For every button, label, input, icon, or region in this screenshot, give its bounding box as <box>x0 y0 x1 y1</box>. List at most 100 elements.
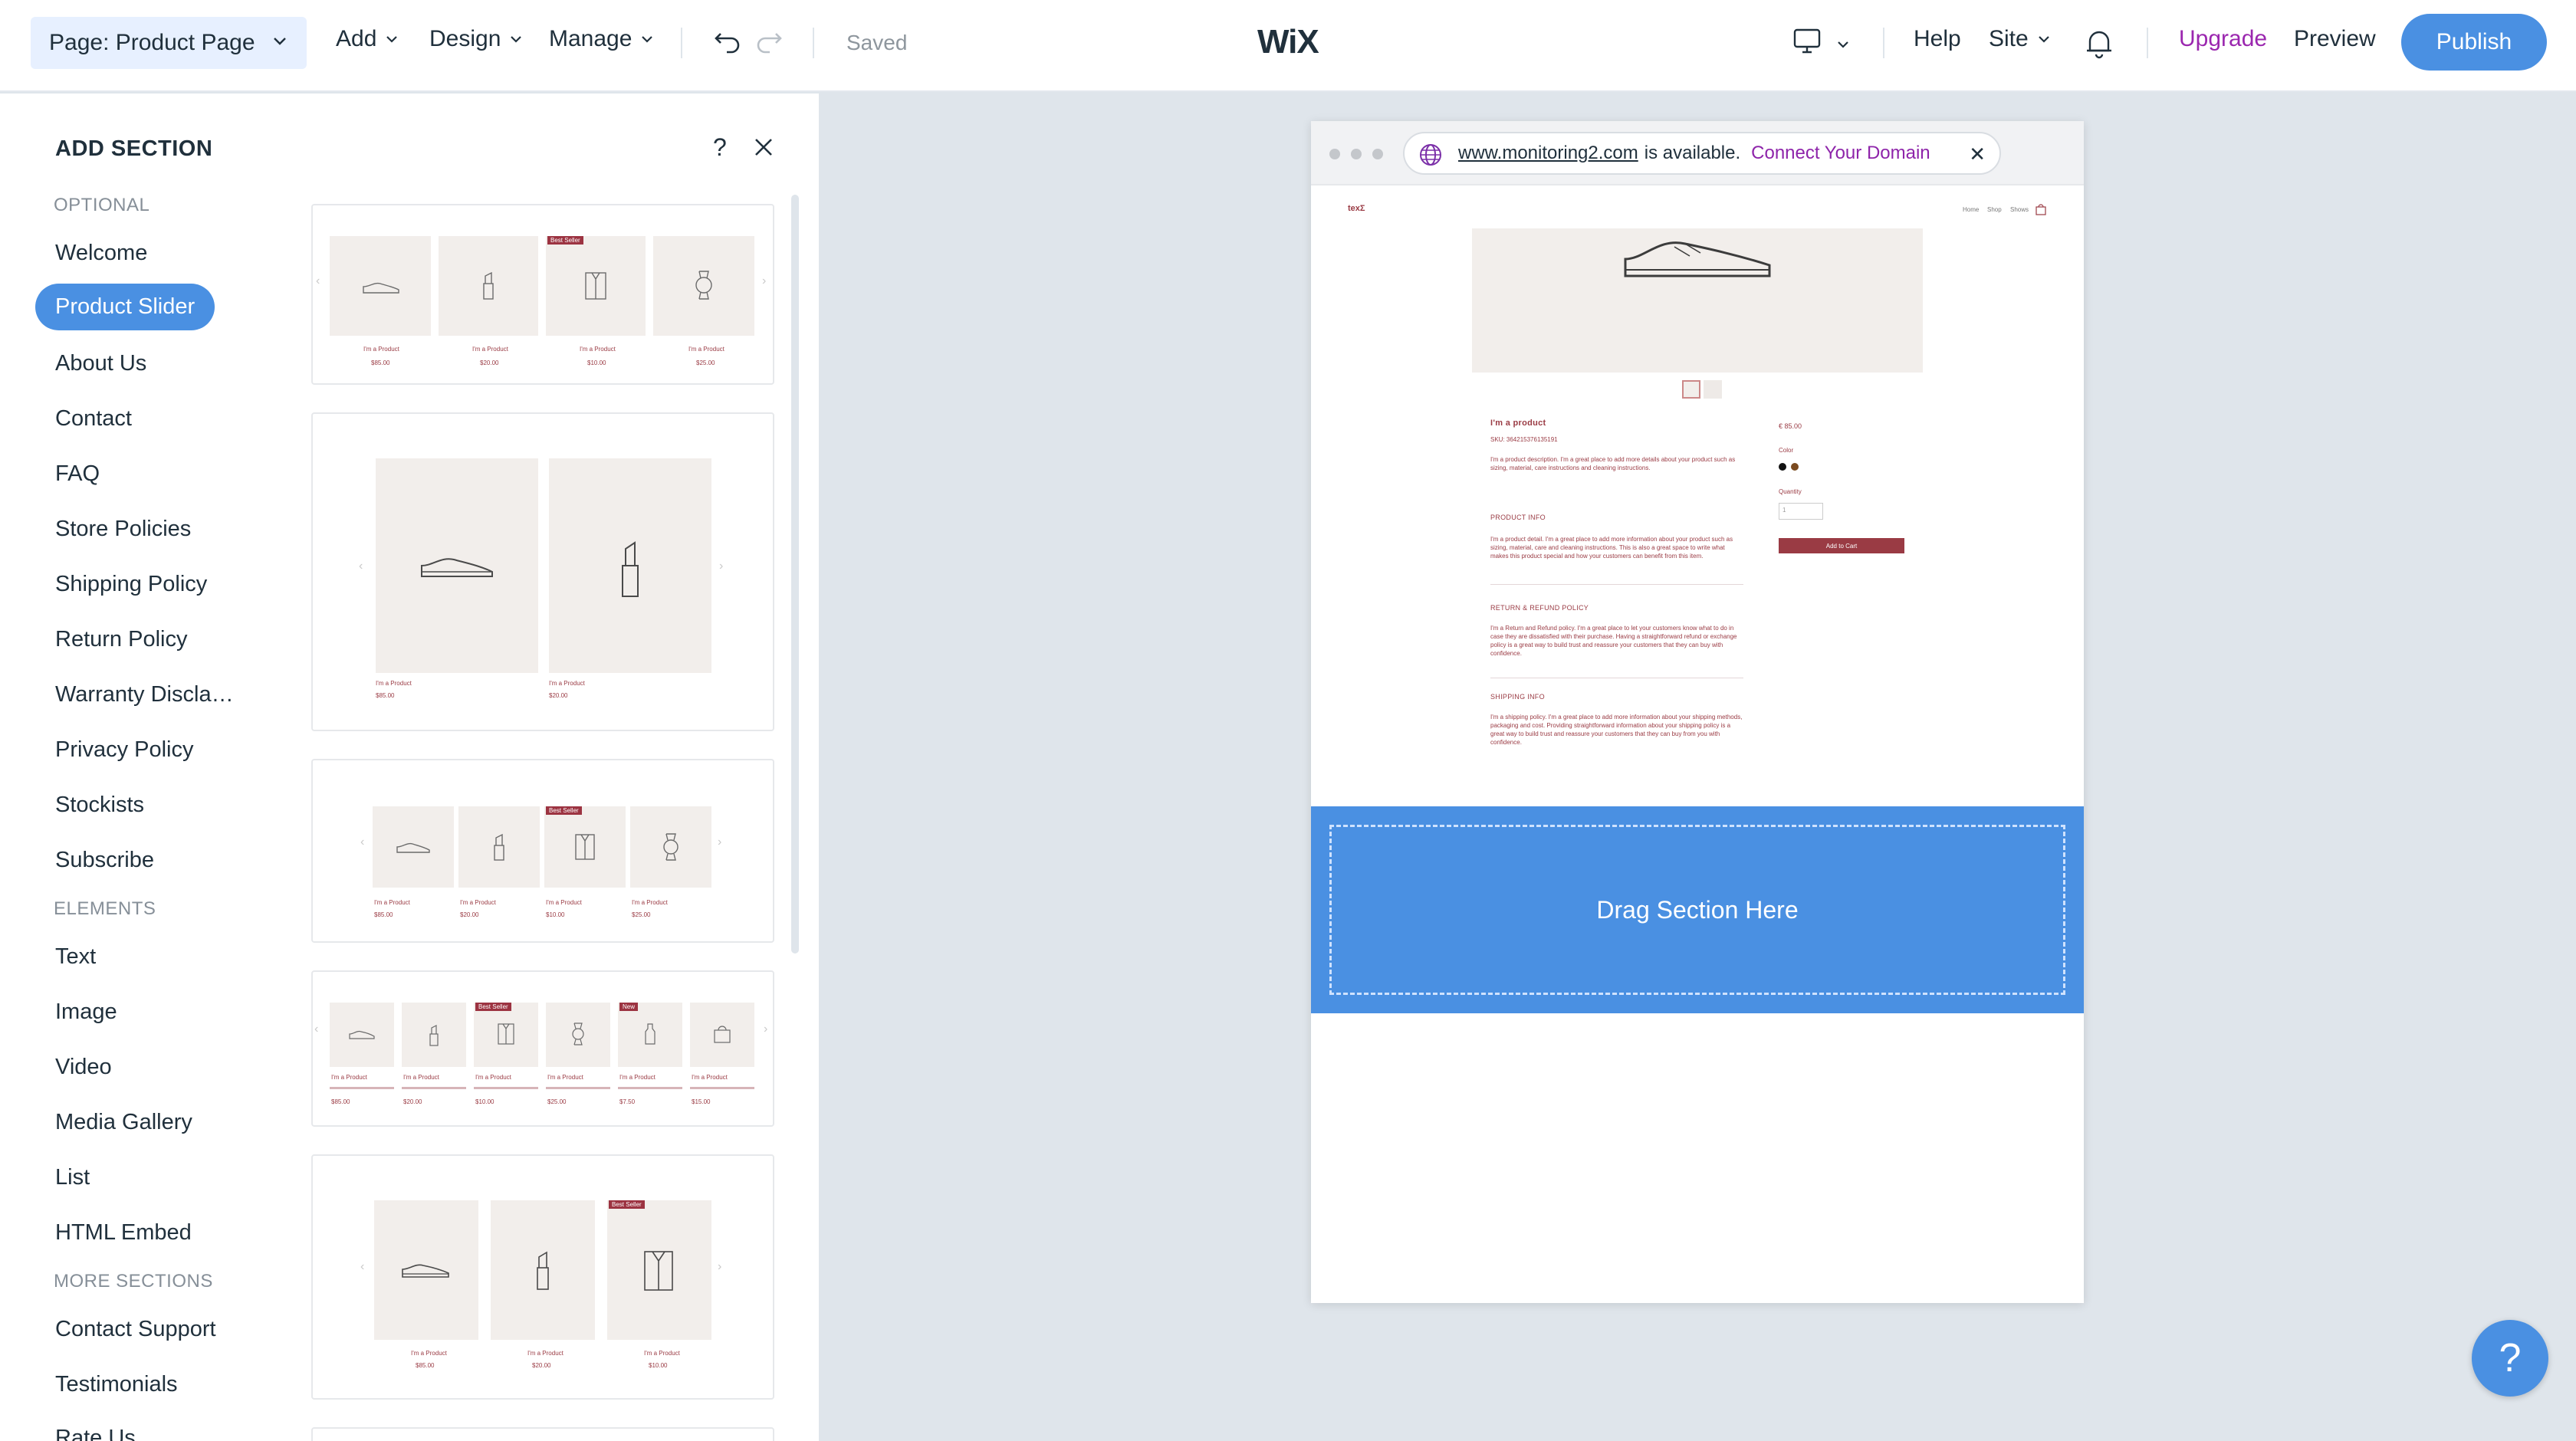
product-tile: Best Seller <box>474 1003 538 1067</box>
product-thumb[interactable] <box>1704 380 1722 399</box>
divider <box>681 28 682 58</box>
section-item-shipping-policy[interactable]: Shipping Policy <box>55 572 207 597</box>
product-label: I'm a Product <box>546 899 582 906</box>
section-item-welcome[interactable]: Welcome <box>55 241 147 266</box>
shoe-icon <box>1624 241 1771 277</box>
chevron-left-icon: ‹ <box>360 835 365 849</box>
undo-icon[interactable] <box>713 28 744 59</box>
element-item-text[interactable]: Text <box>55 944 96 970</box>
connect-domain-link[interactable]: Connect Your Domain <box>1751 143 1930 164</box>
product-price: $85.00 <box>376 692 395 699</box>
product-label: I'm a Product <box>475 1074 511 1081</box>
element-item-media-gallery[interactable]: Media Gallery <box>55 1110 192 1135</box>
shoe-icon <box>363 282 399 294</box>
product-tile <box>690 1003 754 1067</box>
section-heading: RETURN & REFUND POLICY <box>1490 604 1589 612</box>
menu-manage[interactable]: Manage <box>549 26 655 52</box>
window-dot <box>1329 149 1340 159</box>
section-item-product-slider[interactable]: Product Slider <box>35 284 215 330</box>
product-label: I'm a Product <box>688 346 724 353</box>
menu-add[interactable]: Add <box>336 26 399 52</box>
color-swatch-black[interactable] <box>1779 463 1786 471</box>
drop-section-zone[interactable]: Drag Section Here <box>1311 806 2084 1013</box>
more-item-testimonials[interactable]: Testimonials <box>55 1372 178 1397</box>
redo-icon[interactable] <box>753 28 784 59</box>
help-menu[interactable]: Help <box>1914 26 1961 52</box>
desktop-icon[interactable] <box>1792 28 1823 61</box>
section-thumbnail[interactable] <box>311 1427 774 1441</box>
section-text: I'm a Return and Refund policy. I'm a gr… <box>1490 625 1737 657</box>
product-title: I'm a product <box>1490 419 1546 428</box>
section-thumbnail[interactable]: ‹ › I'm a Product I'm a Product $85.00 $… <box>311 412 774 731</box>
help-icon[interactable]: ? <box>713 133 727 162</box>
add-to-cart-button[interactable]: Add to Cart <box>1779 538 1904 553</box>
section-item-subscribe[interactable]: Subscribe <box>55 848 154 873</box>
element-item-image[interactable]: Image <box>55 1000 117 1025</box>
product-label: I'm a Product <box>547 1074 583 1081</box>
element-item-html-embed[interactable]: HTML Embed <box>55 1220 192 1246</box>
best-seller-badge: Best Seller <box>475 1003 511 1011</box>
product-price: $20.00 <box>549 692 568 699</box>
shirt-icon <box>575 834 595 860</box>
section-item-faq[interactable]: FAQ <box>55 461 100 487</box>
section-thumbnail[interactable]: ‹ › Best Seller New I'm a Product I'm a … <box>311 970 774 1127</box>
more-item-rate-us[interactable]: Rate Us <box>55 1426 136 1441</box>
page-selector[interactable]: Page: Product Page <box>31 17 307 69</box>
preview-button[interactable]: Preview <box>2294 26 2376 52</box>
close-icon[interactable]: ✕ <box>1969 143 1986 166</box>
product-tile <box>374 1200 478 1340</box>
element-item-list[interactable]: List <box>55 1165 90 1190</box>
watch-icon <box>695 271 712 300</box>
section-text: I'm a product detail. I'm a great place … <box>1490 536 1733 560</box>
menu-design-label: Design <box>429 26 501 51</box>
section-item-stockists[interactable]: Stockists <box>55 793 144 818</box>
shoe-icon <box>402 1264 449 1278</box>
bell-icon[interactable] <box>2084 26 2114 64</box>
product-label: I'm a Product <box>644 1350 680 1357</box>
watch-icon <box>663 833 678 861</box>
product-label: I'm a Product <box>549 680 585 687</box>
section-heading: PRODUCT INFO <box>1490 514 1546 521</box>
domain-name[interactable]: www.monitoring2.com <box>1458 143 1638 164</box>
section-item-privacy-policy[interactable]: Privacy Policy <box>55 737 194 763</box>
divider <box>546 1087 610 1089</box>
shirt-icon <box>644 1251 673 1291</box>
product-price: $10.00 <box>649 1362 668 1369</box>
chevron-down-icon <box>384 31 399 47</box>
product-tile: Best Seller <box>546 236 646 336</box>
shoe-icon <box>349 1030 375 1039</box>
help-button[interactable]: ? <box>2472 1320 2548 1397</box>
section-item-return-policy[interactable]: Return Policy <box>55 627 187 652</box>
panel-scrollbar[interactable] <box>791 195 799 954</box>
panel-title: ADD SECTION <box>55 136 213 161</box>
product-label: I'm a Product <box>403 1074 439 1081</box>
divider <box>690 1087 754 1089</box>
section-item-store-policies[interactable]: Store Policies <box>55 517 191 542</box>
product-price: $10.00 <box>546 911 565 918</box>
site-nav-home: Home <box>1963 206 1980 213</box>
bottle-icon <box>645 1023 656 1045</box>
upgrade-link[interactable]: Upgrade <box>2179 26 2267 52</box>
section-item-about-us[interactable]: About Us <box>55 351 146 376</box>
element-item-video[interactable]: Video <box>55 1055 112 1080</box>
quantity-input[interactable]: 1 <box>1779 503 1823 520</box>
product-thumb-selected[interactable] <box>1682 380 1700 399</box>
site-menu[interactable]: Site <box>1989 26 2052 52</box>
publish-button[interactable]: Publish <box>2401 14 2547 71</box>
section-thumbnail[interactable]: ‹ › Best Seller I'm a Product I'm a Prod… <box>311 759 774 943</box>
product-label: I'm a Product <box>374 899 410 906</box>
more-item-contact-support[interactable]: Contact Support <box>55 1317 216 1342</box>
product-label: I'm a Product <box>411 1350 447 1357</box>
chevron-down-icon[interactable] <box>1835 37 1851 52</box>
site-menu-label: Site <box>1989 26 2029 51</box>
chevron-left-icon: ‹ <box>316 274 320 287</box>
section-thumbnail[interactable]: ‹ › Best Seller I'm a Product I'm a Prod… <box>311 1154 774 1400</box>
color-swatch-brown[interactable] <box>1791 463 1799 471</box>
section-thumbnail[interactable]: ‹ › Best Seller I'm a Product I'm a Prod… <box>311 204 774 385</box>
menu-design[interactable]: Design <box>429 26 524 52</box>
product-tile <box>373 806 454 888</box>
category-optional: OPTIONAL <box>54 195 150 215</box>
close-icon[interactable] <box>751 135 776 163</box>
section-item-warranty[interactable]: Warranty Discla… <box>55 682 234 707</box>
section-item-contact[interactable]: Contact <box>55 406 132 432</box>
